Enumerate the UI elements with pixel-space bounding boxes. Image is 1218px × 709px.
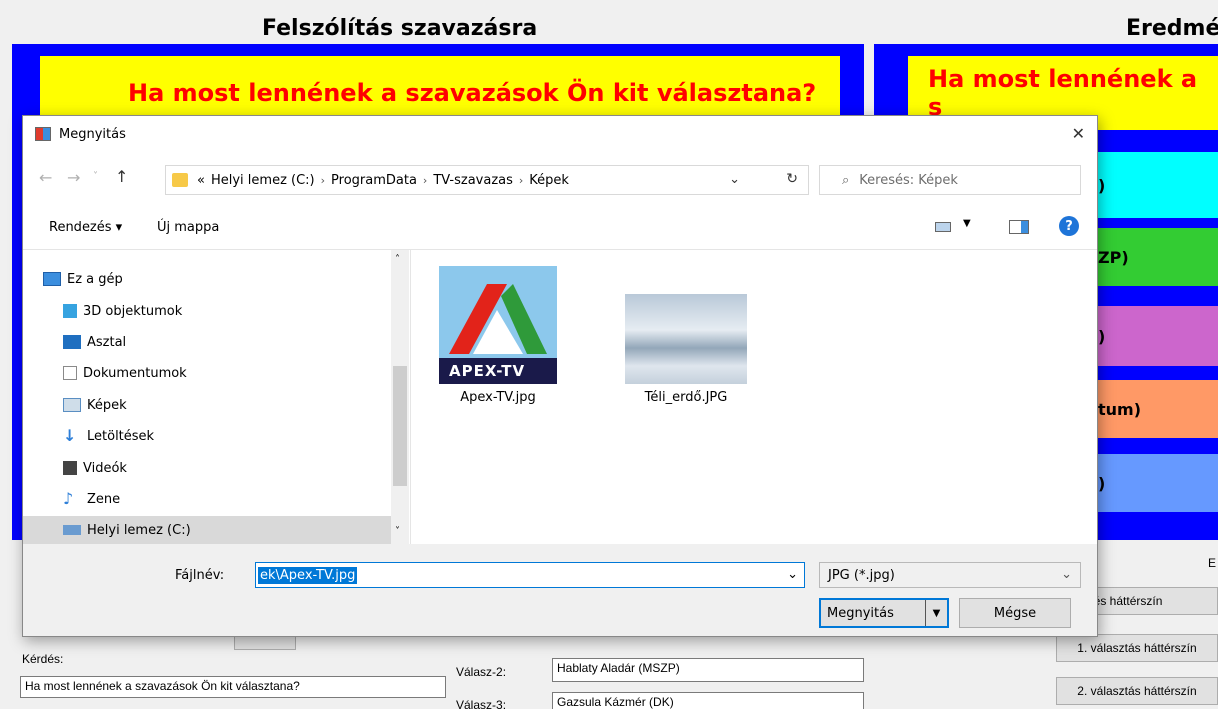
dialog-title-bar: Megnyitás ✕ (23, 116, 1097, 152)
close-icon[interactable]: ✕ (1072, 124, 1085, 143)
right-panel-title: Eredmé (1126, 16, 1218, 41)
tree-item-local-disk[interactable]: Helyi lemez (C:) (23, 516, 391, 544)
tree-item-videos[interactable]: Videók (63, 457, 127, 479)
forward-arrow-icon[interactable]: → (67, 168, 80, 187)
question-field[interactable]: Ha most lennének a szavazások Ön kit vál… (20, 676, 446, 698)
filename-dropdown-icon[interactable]: ⌄ (787, 567, 798, 582)
tree-item-3d-objects[interactable]: 3D objektumok (63, 300, 182, 322)
answer3-label: Válasz-3: (456, 698, 507, 709)
new-folder-button[interactable]: Új mappa (157, 220, 219, 235)
open-button[interactable]: Megnyitás ▼ (819, 598, 949, 628)
hidden-button[interactable] (234, 636, 296, 650)
cancel-button[interactable]: Mégse (959, 598, 1071, 628)
scroll-thumb[interactable] (393, 366, 407, 486)
result-bar-1: ) (1094, 152, 1218, 218)
recent-dropdown-icon[interactable]: ˅ (93, 171, 98, 182)
tree-item-this-pc[interactable]: Ez a gép (43, 268, 123, 290)
open-dropdown-icon[interactable]: ▼ (925, 600, 947, 626)
answer1-bg-color-button[interactable]: 1. válasz­tás háttérszín (1056, 634, 1218, 662)
back-arrow-icon[interactable]: ← (39, 168, 52, 187)
refresh-icon[interactable]: ↻ (786, 171, 798, 187)
address-dropdown-icon[interactable]: ⌄ (729, 172, 740, 187)
download-icon: ↓ (63, 426, 77, 445)
search-box[interactable]: ⌕ Keresés: Képek (819, 165, 1081, 195)
breadcrumb-programdata[interactable]: ProgramData (331, 173, 417, 188)
drive-icon (63, 525, 81, 535)
pictures-icon (63, 398, 81, 412)
breadcrumb-kepek[interactable]: Képek (529, 173, 569, 188)
open-file-dialog: Megnyitás ✕ ← → ˅ ↑ « Helyi lemez (C:) ›… (22, 115, 1098, 637)
question-label: Kérdés: (22, 652, 64, 666)
navigation-bar: ← → ˅ ↑ « Helyi lemez (C:) › ProgramData… (23, 152, 1097, 204)
file-item-apex-tv[interactable]: APEX-TV Apex-TV.jpg (439, 266, 559, 416)
file-type-select[interactable]: JPG (*.jpg) ⌄ (819, 562, 1081, 588)
breadcrumb-overflow[interactable]: « (197, 173, 205, 188)
tree-item-music[interactable]: ♪ Zene (63, 488, 120, 510)
cube-icon (63, 304, 77, 318)
search-placeholder: Keresés: Képek (859, 172, 958, 188)
dialog-toolbar: Rendezés ▾ Új mappa ▼ ? (23, 204, 1097, 250)
file-type-dropdown-icon[interactable]: ⌄ (1061, 567, 1072, 582)
result-bar-2: ZP) (1094, 228, 1218, 286)
file-list: APEX-TV Apex-TV.jpg Téli_erdő.JPG (411, 250, 1097, 544)
left-panel-title: Felszólítás szavazásra (262, 16, 538, 41)
tree-scrollbar[interactable]: ˄ ˅ (391, 250, 409, 544)
search-icon: ⌕ (842, 172, 850, 188)
apex-tv-logo-text: APEX-TV (449, 362, 526, 380)
video-icon (63, 461, 77, 475)
view-options-icon[interactable] (935, 222, 951, 232)
view-dropdown-icon[interactable]: ▼ (963, 218, 971, 229)
scroll-down-icon[interactable]: ˅ (395, 526, 400, 537)
breadcrumb-drive[interactable]: Helyi lemez (C:) (211, 173, 315, 188)
breadcrumb-separator-icon: › (518, 173, 524, 187)
organize-button[interactable]: Rendezés ▾ (49, 220, 122, 235)
desktop-icon (63, 335, 81, 349)
answer2-label: Válasz-2: (456, 665, 507, 679)
tree-item-downloads[interactable]: ↓ Letöltések (63, 425, 154, 447)
preview-pane-icon[interactable] (1009, 220, 1029, 234)
dialog-title: Megnyitás (59, 126, 126, 142)
up-arrow-icon[interactable]: ↑ (115, 167, 128, 186)
document-icon (63, 366, 77, 380)
folder-icon (172, 173, 188, 187)
address-bar[interactable]: « Helyi lemez (C:) › ProgramData › TV-sz… (165, 165, 809, 195)
help-icon[interactable]: ? (1059, 216, 1079, 236)
left-question-text: Ha most lennének a szavazások Ön kit vál… (128, 79, 817, 107)
computer-icon (43, 272, 61, 286)
tree-item-pictures[interactable]: Képek (63, 394, 127, 416)
filename-value: ek\Apex-TV.jpg (258, 566, 358, 584)
breadcrumb-separator-icon: › (320, 173, 326, 187)
music-icon: ♪ (63, 489, 74, 508)
file-name: Apex-TV.jpg (460, 390, 536, 405)
file-item-teli-erdo[interactable]: Téli_erdő.JPG (615, 294, 747, 416)
navigation-pane: Ez a gép 3D objektumok Asztal Dokumentum… (23, 250, 411, 544)
filename-label: Fájlnév: (175, 568, 225, 583)
right-question-text: Ha most lennének a s (928, 65, 1198, 121)
breadcrumb-tv-szavazas[interactable]: TV-szavazas (433, 173, 513, 188)
scroll-up-icon[interactable]: ˄ (395, 254, 400, 265)
result-bar-4: tum) (1094, 380, 1218, 438)
winter-forest-thumbnail (625, 294, 747, 384)
result-bar-3: ) (1094, 306, 1218, 366)
answer2-field[interactable]: Hablaty Aladár (MSZP) (552, 658, 864, 682)
app-icon (35, 127, 51, 141)
answer2-bg-color-button[interactable]: 2. választás háttérszín (1056, 677, 1218, 705)
tree-item-documents[interactable]: Dokumentumok (63, 362, 187, 384)
right-section-label: E (1208, 556, 1217, 570)
filename-input[interactable]: ek\Apex-TV.jpg ⌄ (255, 562, 805, 588)
apex-tv-thumbnail: APEX-TV (439, 266, 557, 384)
breadcrumb-separator-icon: › (422, 173, 428, 187)
tree-item-desktop[interactable]: Asztal (63, 331, 126, 353)
answer3-field[interactable]: Gazsula Kázmér (DK) (552, 692, 864, 709)
result-bar-5: ) (1094, 454, 1218, 512)
file-name: Téli_erdő.JPG (644, 390, 728, 405)
